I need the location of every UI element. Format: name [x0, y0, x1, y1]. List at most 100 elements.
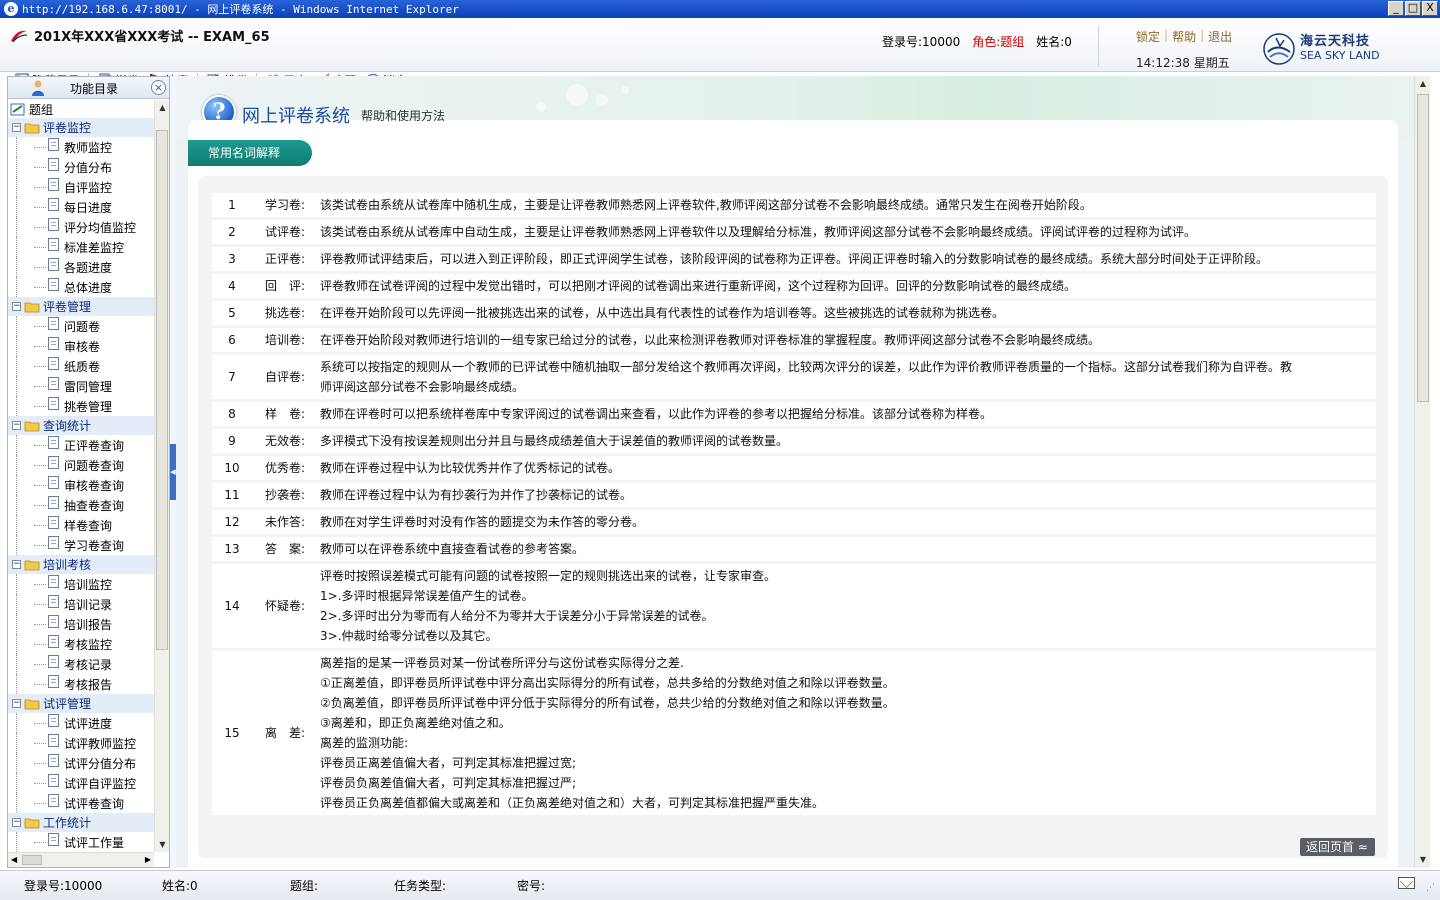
- collapse-toggle-icon[interactable]: −: [12, 123, 21, 132]
- tree-item[interactable]: 纸质卷: [8, 356, 154, 376]
- tree-item-label: 教师监控: [64, 140, 113, 155]
- close-sidebar-button[interactable]: ×: [151, 80, 166, 95]
- tree-item[interactable]: 试评工作量: [8, 832, 154, 852]
- tree-item[interactable]: 审核卷查询: [8, 475, 154, 495]
- tree-item[interactable]: 总体进度: [8, 277, 154, 297]
- tree-item[interactable]: 考核监控: [8, 634, 154, 654]
- glossary-row: 13 答 案: 教师可以在评卷系统中直接查看试卷的参考答案。: [212, 537, 1376, 561]
- definition-line: 2>.多评时出分为零而有人给分不为零并大于误差分小于异常误差的试卷。: [320, 609, 714, 623]
- glossary-definition: 教师可以在评卷系统中直接查看试卷的参考答案。: [318, 537, 1376, 561]
- glossary-number: 15: [212, 651, 252, 815]
- sea-sky-logo-icon: [1263, 33, 1295, 65]
- tree-item[interactable]: 培训监控: [8, 574, 154, 594]
- tree-item[interactable]: 考核报告: [8, 674, 154, 694]
- tree-root[interactable]: 题组: [8, 100, 154, 118]
- tree-item-label: 试评分值分布: [64, 756, 137, 771]
- tree-root-label: 题组: [29, 102, 54, 117]
- tree-item[interactable]: 样卷查询: [8, 515, 154, 535]
- resize-grip-icon[interactable]: ⋰: [1426, 883, 1435, 893]
- tree-item[interactable]: 每日进度: [8, 197, 154, 217]
- scroll-down-arrow-icon[interactable]: ▼: [155, 837, 170, 852]
- document-icon: [48, 574, 59, 588]
- scroll-up-arrow-icon[interactable]: ▲: [155, 100, 170, 115]
- tree-group[interactable]: − 评卷管理: [8, 297, 154, 316]
- glossary-term: 未作答:: [252, 510, 318, 534]
- minimize-button[interactable]: _: [1388, 1, 1404, 16]
- tree-group[interactable]: − 试评管理: [8, 694, 154, 713]
- tree-group[interactable]: − 评卷监控: [8, 118, 154, 137]
- definition-line: 3>.仲裁时给零分试卷以及其它。: [320, 629, 498, 643]
- decor-bubble: [566, 84, 588, 106]
- close-window-button[interactable]: X: [1422, 1, 1438, 16]
- tree-item-label: 雷同管理: [64, 379, 113, 394]
- tree-item[interactable]: 问题卷: [8, 316, 154, 336]
- tree-item[interactable]: 培训记录: [8, 594, 154, 614]
- back-to-top-button[interactable]: 返回页首 ≈: [1300, 838, 1375, 856]
- glossary-term: 答 案:: [252, 537, 318, 561]
- tree-group[interactable]: − 培训考核: [8, 555, 154, 574]
- tree-item[interactable]: 各题进度: [8, 257, 154, 277]
- tree-item[interactable]: 审核卷: [8, 336, 154, 356]
- tree-item[interactable]: 自评监控: [8, 177, 154, 197]
- main-vertical-scrollbar[interactable]: ▲ ▼: [1414, 76, 1430, 868]
- help-link[interactable]: 帮助: [1172, 28, 1196, 45]
- tree-item-label: 各题进度: [64, 260, 113, 275]
- definition-line: 评卷员负离差值偏大者，可判定其标准把握过严;: [320, 776, 577, 790]
- tree-item[interactable]: 挑卷管理: [8, 396, 154, 416]
- document-icon: [48, 614, 59, 628]
- tree-group-label: 评卷管理: [43, 300, 92, 314]
- tree-item[interactable]: 试评分值分布: [8, 753, 154, 773]
- tree-item[interactable]: 雷同管理: [8, 376, 154, 396]
- scroll-thumb[interactable]: [22, 855, 42, 865]
- collapse-toggle-icon[interactable]: −: [12, 699, 21, 708]
- user-role: 角色:题组: [972, 35, 1025, 49]
- document-icon: [48, 753, 59, 767]
- tree-item[interactable]: 考核记录: [8, 654, 154, 674]
- scroll-thumb[interactable]: [156, 130, 168, 650]
- tree-item[interactable]: 培训报告: [8, 614, 154, 634]
- collapse-toggle-icon[interactable]: −: [12, 560, 21, 569]
- tree-item-label: 纸质卷: [64, 359, 101, 374]
- link-separator: |: [1200, 28, 1205, 42]
- collapse-toggle-icon[interactable]: −: [12, 421, 21, 430]
- tree-item-label: 自评监控: [64, 180, 113, 195]
- document-icon: [48, 832, 59, 846]
- glossary-definition: 教师在评卷时可以把系统样卷库中专家评阅过的试卷调出来查看，以此作为评卷的参考以把…: [318, 402, 1376, 426]
- section-tab-glossary: 常用名词解释: [188, 140, 312, 166]
- scroll-up-arrow-icon[interactable]: ▲: [1415, 76, 1431, 92]
- tree-item[interactable]: 评分均值监控: [8, 217, 154, 237]
- tree-group-label: 试评管理: [43, 697, 92, 711]
- tree-item[interactable]: 标准差监控: [8, 237, 154, 257]
- folder-icon: [24, 560, 40, 570]
- sidebar-vertical-scrollbar[interactable]: ▲ ▼: [154, 100, 169, 852]
- tree-item[interactable]: 分值分布: [8, 157, 154, 177]
- glossary-container: 1 学习卷: 该类试卷由系统从试卷库中随机生成，主要是让评卷教师熟悉网上评卷软件,教…: [198, 176, 1388, 858]
- collapse-toggle-icon[interactable]: −: [12, 302, 21, 311]
- scroll-down-arrow-icon[interactable]: ▼: [1415, 852, 1431, 868]
- lock-link[interactable]: 锁定: [1136, 28, 1160, 45]
- scroll-right-arrow-icon[interactable]: ▶: [145, 855, 151, 864]
- mail-icon[interactable]: [1398, 877, 1415, 889]
- tree-item[interactable]: 问题卷查询: [8, 455, 154, 475]
- tree-item[interactable]: 教师监控: [8, 137, 154, 157]
- tree-item[interactable]: 抽查卷查询: [8, 495, 154, 515]
- tree-item[interactable]: 正评卷查询: [8, 435, 154, 455]
- maximize-button[interactable]: □: [1405, 1, 1421, 16]
- tree-item[interactable]: 试评卷查询: [8, 793, 154, 813]
- glossary-number: 11: [212, 483, 252, 507]
- tree-item[interactable]: 学习卷查询: [8, 535, 154, 555]
- tree-item[interactable]: 试评自评监控: [8, 773, 154, 793]
- tree-item[interactable]: 试评进度: [8, 713, 154, 733]
- tree-item[interactable]: 试评教师监控: [8, 733, 154, 753]
- tree-item-label: 分值分布: [64, 160, 113, 175]
- document-icon: [48, 475, 59, 489]
- tree-group[interactable]: − 查询统计: [8, 416, 154, 435]
- sidebar-horizontal-scrollbar[interactable]: ◀ ▶: [8, 852, 154, 867]
- collapse-toggle-icon[interactable]: −: [12, 818, 21, 827]
- tree-group[interactable]: − 工作统计: [8, 813, 154, 832]
- system-subtitle: 帮助和使用方法: [361, 109, 446, 123]
- scroll-thumb[interactable]: [1417, 94, 1429, 402]
- logout-link[interactable]: 退出: [1208, 28, 1232, 45]
- scroll-left-arrow-icon[interactable]: ◀: [11, 855, 17, 864]
- brand-name-en: SEA SKY LAND: [1300, 49, 1380, 62]
